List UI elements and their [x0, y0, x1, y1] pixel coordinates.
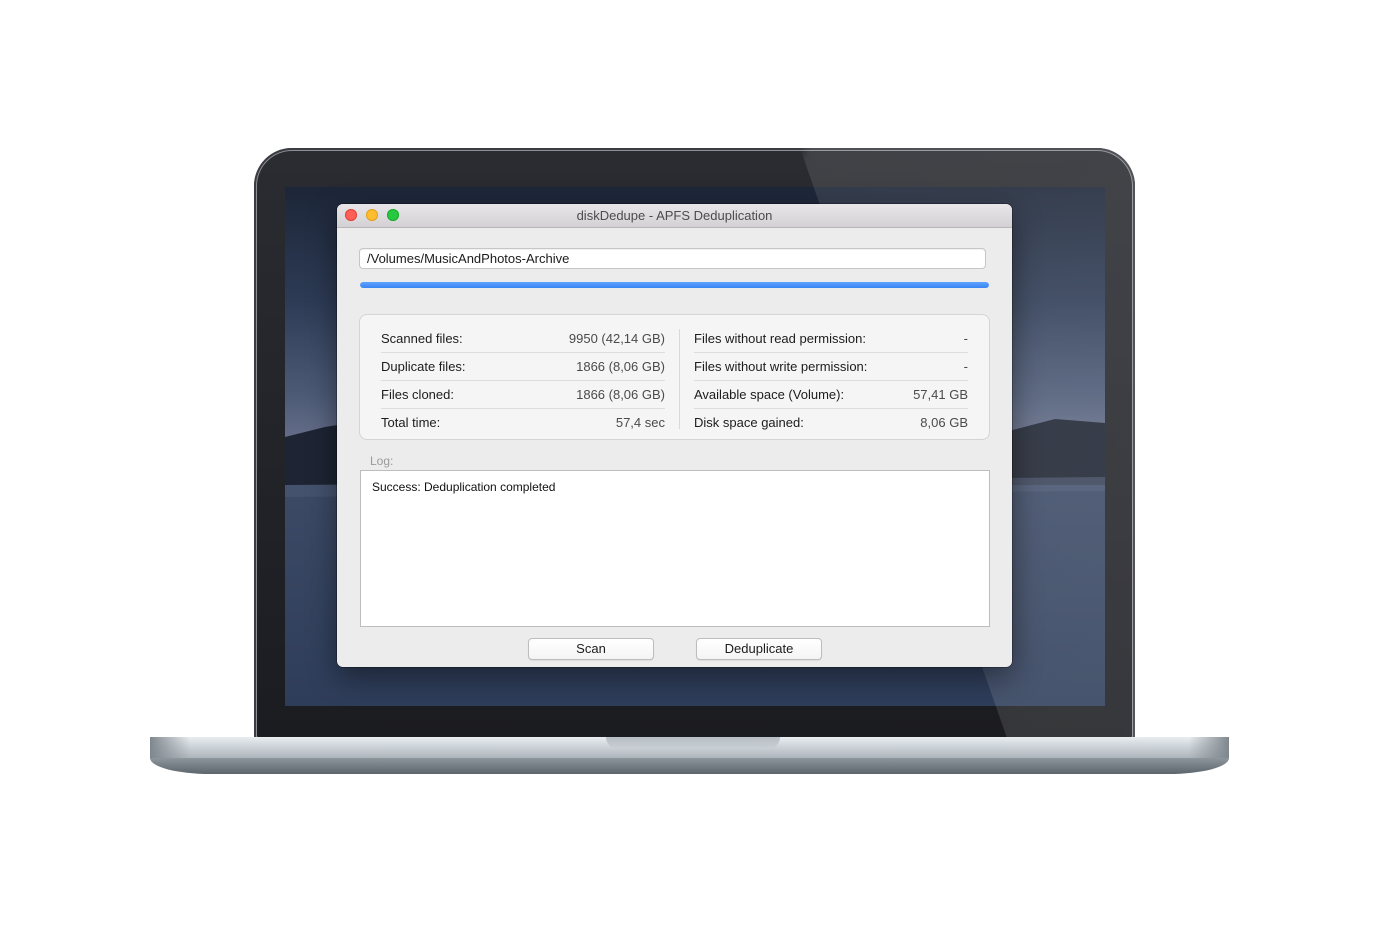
stat-label: Files without write permission: [694, 359, 868, 374]
hinge-shadow-left [150, 737, 190, 759]
stage: diskDedupe - APFS Deduplication /Volumes… [0, 0, 1377, 929]
stat-label: Disk space gained: [694, 415, 804, 430]
stat-row-no-write-permission: Files without write permission: - [694, 353, 968, 381]
statistics-panel: Scanned files: 9950 (42,14 GB) Duplicate… [359, 314, 990, 440]
stat-value: - [963, 359, 968, 374]
stats-column-right: Files without read permission: - Files w… [694, 325, 968, 436]
stat-label: Files without read permission: [694, 331, 866, 346]
stat-row-space-gained: Disk space gained: 8,06 GB [694, 409, 968, 436]
hinge-shadow-right [1189, 737, 1229, 759]
stat-label: Total time: [381, 415, 441, 430]
progress-bar [360, 282, 989, 288]
window-title: diskDedupe - APFS Deduplication [576, 208, 773, 223]
stat-label: Duplicate files: [381, 359, 466, 374]
deduplicate-button[interactable]: Deduplicate [696, 638, 822, 660]
stat-label: Scanned files: [381, 331, 463, 346]
stat-value: 9950 (42,14 GB) [568, 331, 665, 346]
stat-value: 8,06 GB [920, 415, 968, 430]
stat-row-scanned-files: Scanned files: 9950 (42,14 GB) [381, 325, 665, 353]
laptop-notch [606, 737, 780, 749]
stat-row-total-time: Total time: 57,4 sec [381, 409, 665, 436]
laptop-base [150, 758, 1229, 774]
stat-value: 57,41 GB [913, 387, 968, 402]
volume-path-field[interactable]: /Volumes/MusicAndPhotos-Archive [359, 248, 986, 269]
stat-value: - [963, 331, 968, 346]
stat-row-available-space: Available space (Volume): 57,41 GB [694, 381, 968, 409]
progress-bar-fill [360, 282, 989, 288]
stat-value: 1866 (8,06 GB) [576, 359, 665, 374]
stats-divider [679, 329, 680, 429]
stat-value: 57,4 sec [615, 415, 665, 430]
app-window: diskDedupe - APFS Deduplication /Volumes… [337, 204, 1012, 667]
log-text-area[interactable]: Success: Deduplication completed [360, 470, 990, 627]
title-bar[interactable]: diskDedupe - APFS Deduplication [337, 204, 1012, 228]
stats-column-left: Scanned files: 9950 (42,14 GB) Duplicate… [381, 325, 665, 436]
stat-label: Available space (Volume): [694, 387, 845, 402]
stat-row-no-read-permission: Files without read permission: - [694, 325, 968, 353]
stat-label: Files cloned: [381, 387, 454, 402]
stat-row-files-cloned: Files cloned: 1866 (8,06 GB) [381, 381, 665, 409]
log-entry: Success: Deduplication completed [372, 480, 556, 494]
stat-row-duplicate-files: Duplicate files: 1866 (8,06 GB) [381, 353, 665, 381]
log-label: Log: [370, 454, 394, 468]
scan-button[interactable]: Scan [528, 638, 654, 660]
stat-value: 1866 (8,06 GB) [576, 387, 665, 402]
